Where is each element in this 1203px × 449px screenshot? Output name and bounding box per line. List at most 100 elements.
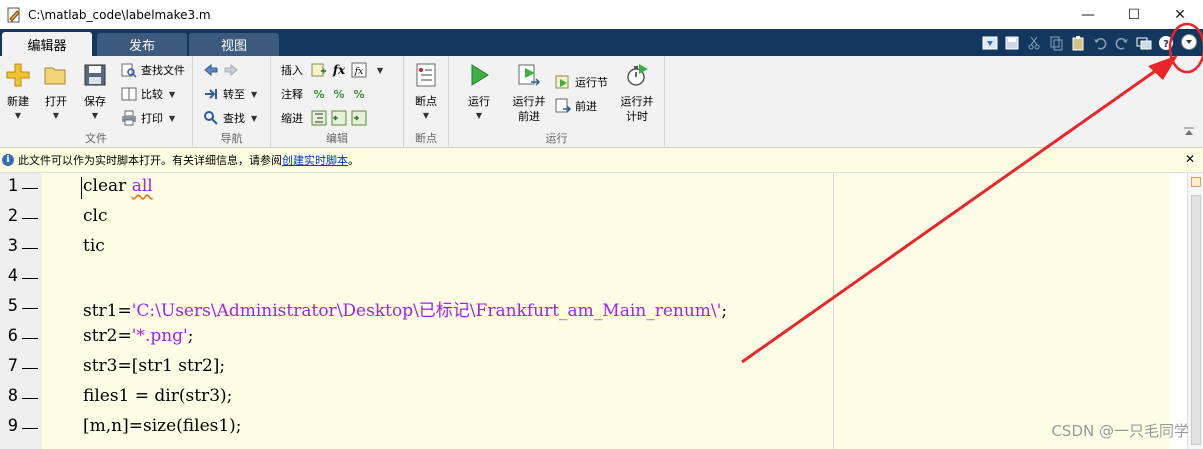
print-button[interactable]: 打印 ▼ — [121, 108, 175, 128]
run-section-button[interactable]: 运行节 — [555, 72, 608, 92]
code-line[interactable]: 6 str2='*.png'; — [0, 323, 1170, 353]
compare-button[interactable]: 比较 ▼ — [121, 84, 175, 104]
fx-icon[interactable]: fx — [331, 62, 347, 78]
new-button[interactable]: 新建 ▼ — [0, 62, 36, 120]
run-advance-icon — [516, 62, 542, 88]
svg-text:?: ? — [1163, 39, 1169, 50]
folder-icon — [43, 62, 69, 88]
edit-group: 插入 fx fx ▼ 注释 % % % 缩进 编辑 — [271, 56, 404, 148]
code-line[interactable]: 4 — [0, 263, 1170, 293]
code-token: tic — [83, 236, 105, 256]
redo-icon[interactable] — [1111, 32, 1133, 54]
code-line[interactable]: 8 files1 = dir(str3); — [0, 383, 1170, 413]
executable-line-marker[interactable] — [22, 338, 38, 339]
back-arrow-icon[interactable] — [203, 62, 219, 78]
advance-button[interactable]: 前进 — [555, 96, 597, 116]
code-text: tic — [83, 236, 105, 256]
text-cursor — [81, 177, 82, 199]
comment-icon[interactable]: % — [311, 86, 327, 102]
layout-icon[interactable] — [979, 32, 1001, 54]
paste-icon[interactable] — [1067, 32, 1089, 54]
executable-line-marker[interactable] — [22, 428, 38, 429]
insert-function-icon[interactable]: fx — [351, 62, 367, 78]
insert-row: 插入 fx fx ▼ — [281, 62, 384, 78]
quick-access-toolbar: ? — [979, 32, 1177, 54]
scrollbar-thumb[interactable] — [1191, 195, 1201, 445]
run-and-advance-button[interactable]: 运行并 前进 — [511, 62, 547, 124]
code-analyzer-indicator[interactable] — [1191, 177, 1201, 187]
line-number: 9 — [7, 416, 18, 436]
uncomment-icon[interactable]: % — [331, 86, 347, 102]
breakpoints-group: 断点 ▼ 断点 — [404, 56, 449, 148]
code-text: clear all — [83, 176, 153, 196]
executable-line-marker[interactable] — [22, 218, 38, 219]
undo-icon[interactable] — [1089, 32, 1111, 54]
find-files-icon — [121, 62, 137, 78]
info-icon: i — [2, 154, 14, 166]
indent-label: 缩进 — [281, 112, 303, 125]
tab-view[interactable]: 视图 — [189, 33, 279, 56]
collapse-ribbon-icon[interactable] — [1183, 126, 1195, 139]
wrap-comments-icon[interactable]: % — [351, 86, 367, 102]
code-editor[interactable]: 1 clear all 2 clc 3 tic 4 5 str1='C:\Users\Admin… — [0, 173, 1203, 449]
cut-icon[interactable] — [1023, 32, 1045, 54]
ribbon-options-icon[interactable] — [1181, 34, 1197, 50]
code-line[interactable]: 2 clc — [0, 203, 1170, 233]
run-group-label: 运行 — [545, 132, 568, 145]
find-files-button[interactable]: 查找文件 — [121, 60, 185, 80]
breakpoints-button[interactable]: 断点 ▼ — [408, 62, 444, 120]
executable-line-marker[interactable] — [22, 368, 38, 369]
code-text: str1='C:\Users\Administrator\Desktop\已标记… — [83, 296, 727, 321]
minimize-button[interactable]: — — [1065, 0, 1111, 29]
create-live-script-link[interactable]: 创建实时脚本 — [282, 152, 348, 168]
ribbon: 新建 ▼ 打开 ▼ 保存 ▼ 查找文件 比较 ▼ 打印 ▼ 文件 转至 ▼ 查找… — [0, 56, 1203, 148]
goto-button[interactable]: 转至 ▼ — [203, 84, 257, 104]
close-button[interactable]: ✕ — [1157, 0, 1203, 29]
save-button[interactable]: 保存 ▼ — [77, 62, 113, 120]
line-number: 6 — [7, 326, 18, 346]
code-text: str2='*.png'; — [83, 326, 193, 346]
copy-icon[interactable] — [1045, 32, 1067, 54]
code-token: clear — [83, 176, 132, 196]
vertical-scrollbar[interactable] — [1187, 173, 1203, 449]
code-line[interactable]: 7 str3=[str1 str2]; — [0, 353, 1170, 383]
back-forward-buttons[interactable] — [203, 60, 243, 80]
line-number: 5 — [7, 296, 18, 316]
breakpoints-group-label: 断点 — [415, 132, 437, 145]
close-infobar-icon[interactable]: ✕ — [1185, 152, 1195, 166]
printer-icon — [121, 110, 137, 126]
line-number: 4 — [7, 266, 18, 286]
code-token: ; — [721, 301, 728, 321]
find-button[interactable]: 查找 ▼ — [203, 108, 257, 128]
switch-windows-icon[interactable] — [1133, 32, 1155, 54]
code-line[interactable]: 3 tic — [0, 233, 1170, 263]
executable-line-marker[interactable] — [22, 308, 38, 309]
svg-text:fx: fx — [354, 67, 363, 77]
code-line[interactable]: 1 clear all — [0, 173, 1170, 203]
executable-line-marker[interactable] — [22, 278, 38, 279]
advance-icon — [555, 98, 571, 114]
insert-section-icon[interactable] — [311, 62, 327, 78]
executable-line-marker[interactable] — [22, 248, 38, 249]
run-and-time-button[interactable]: 运行并 计时 — [619, 62, 655, 124]
maximize-button[interactable]: ☐ — [1111, 0, 1157, 29]
open-button[interactable]: 打开 ▼ — [38, 62, 74, 120]
decrease-indent-icon[interactable] — [331, 110, 347, 126]
executable-line-marker[interactable] — [22, 188, 38, 189]
line-number: 1 — [7, 176, 18, 196]
keyword-token: all — [131, 176, 153, 196]
tab-publish[interactable]: 发布 — [97, 33, 187, 56]
forward-arrow-icon[interactable] — [223, 62, 239, 78]
save-icon[interactable] — [1001, 32, 1023, 54]
code-line[interactable]: 9 [m,n]=size(files1); — [0, 413, 1170, 443]
run-button[interactable]: 运行 ▼ — [461, 62, 497, 120]
smart-indent-icon[interactable] — [311, 110, 327, 126]
new-icon — [5, 62, 31, 88]
increase-indent-icon[interactable] — [351, 110, 367, 126]
executable-line-marker[interactable] — [22, 398, 38, 399]
insert-label: 插入 — [281, 64, 303, 77]
info-text: 此文件可以作为实时脚本打开。有关详细信息，请参阅 — [18, 154, 282, 167]
code-line[interactable]: 5 str1='C:\Users\Administrator\Desktop\已标… — [0, 293, 1170, 323]
tab-editor[interactable]: 编辑器 — [2, 32, 92, 56]
help-icon[interactable]: ? — [1155, 32, 1177, 54]
